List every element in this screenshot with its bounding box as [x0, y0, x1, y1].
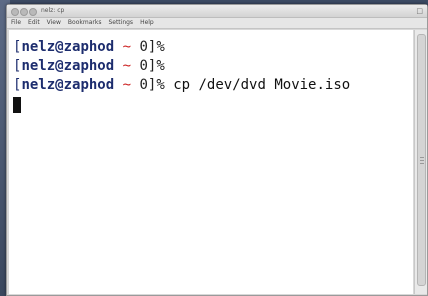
prompt-cwd: ~ [122, 39, 132, 55]
vertical-scrollbar[interactable] [414, 30, 427, 294]
menu-bar: File Edit View Bookmarks Settings Help [7, 18, 427, 29]
restore-icon[interactable]: □ [416, 7, 423, 15]
prompt-close: ]% [147, 39, 165, 55]
text-cursor [13, 97, 21, 113]
terminal-line: [nelz@zaphod ~ 0]% [13, 57, 413, 76]
grip-icon [420, 157, 424, 158]
menu-edit[interactable]: Edit [28, 18, 40, 28]
title-bar[interactable]: nelz: cp □ [7, 5, 427, 18]
prompt-user-host: nelz@zaphod [21, 39, 115, 55]
terminal-output[interactable]: [nelz@zaphod ~ 0]% [nelz@zaphod ~ 0]% [n… [9, 30, 413, 294]
command-text: cp /dev/dvd Movie.iso [164, 77, 351, 93]
menu-help[interactable]: Help [140, 18, 154, 28]
menu-settings[interactable]: Settings [108, 18, 133, 28]
prompt-user-host: nelz@zaphod [21, 58, 115, 74]
terminal-cursor-line [13, 95, 413, 114]
prompt-close: ]% [147, 58, 165, 74]
close-window-button[interactable] [11, 8, 19, 16]
grip-icon [420, 160, 424, 161]
grip-icon [420, 163, 424, 164]
prompt-exit-code: 0 [139, 39, 148, 55]
terminal-line: [nelz@zaphod ~ 0]% cp /dev/dvd Movie.iso [13, 76, 413, 95]
prompt-cwd: ~ [122, 58, 132, 74]
scrollbar-thumb[interactable] [417, 34, 426, 286]
prompt-exit-code: 0 [139, 58, 148, 74]
menu-view[interactable]: View [47, 18, 61, 28]
maximize-window-button[interactable] [29, 8, 37, 16]
terminal-line: [nelz@zaphod ~ 0]% [13, 38, 413, 57]
menu-file[interactable]: File [11, 18, 21, 28]
menu-bookmarks[interactable]: Bookmarks [68, 18, 102, 28]
minimize-window-button[interactable] [20, 8, 28, 16]
prompt-exit-code: 0 [139, 77, 148, 93]
prompt-cwd: ~ [122, 77, 132, 93]
window-title: nelz: cp [41, 7, 65, 14]
prompt-user-host: nelz@zaphod [21, 77, 115, 93]
terminal-window: nelz: cp □ File Edit View Bookmarks Sett… [6, 4, 428, 296]
prompt-close: ]% [147, 77, 165, 93]
